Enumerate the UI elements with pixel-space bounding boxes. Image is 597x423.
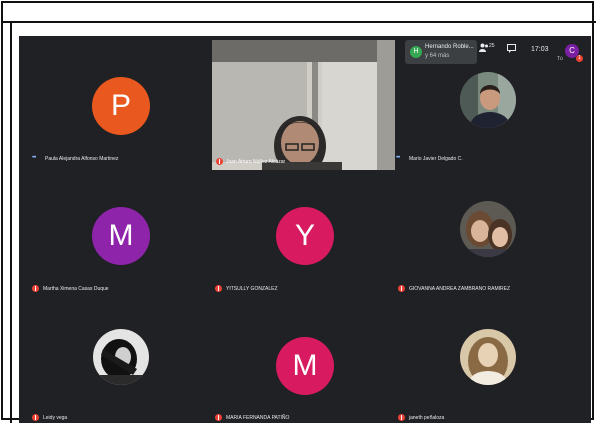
mic-off-icon [215,414,222,421]
participant-video: Juan Arturo Núñez Alcázar [212,40,395,170]
chat-icon[interactable] [507,44,516,55]
notification-avatar: H [410,46,422,58]
frame-divider [1,21,596,23]
participant-photo [460,329,516,385]
notification-more: y 64 más [425,53,450,59]
mic-off-icon [215,285,222,292]
speaking-indicator: ••• [396,155,400,161]
speaking-indicator: ••• [32,155,36,161]
participant-avatar: M [92,207,150,265]
join-notification[interactable]: H Hernando Roble... y 64 más [405,40,477,64]
participant-name: Juan Arturo Núñez Alcázar [226,159,286,165]
participant-name: Leidy vega [43,415,68,421]
participant-name: Mario Javier Delgado C. [409,156,463,162]
participant-avatar: Y [276,207,334,265]
you-label: Tú [557,56,563,62]
participant-name: MARIA FERNANDA PATIÑO [226,415,290,421]
side-divider [10,21,12,423]
participant-avatar: P [92,77,150,135]
participant-photo [460,201,516,257]
notification-badge: 1 [576,55,583,62]
people-icon[interactable] [479,43,489,54]
participant-avatar: M [276,337,334,395]
mic-off-icon [398,285,405,292]
participant-name: Paula Alejandra Alfonso Martinez [45,156,119,162]
participant-name: GIOVANNA ANDREA ZAMBRANO RAMIREZ [409,286,511,292]
people-count: 25 [489,43,495,49]
mic-off-icon [32,414,39,421]
clock: 17:03 [531,46,549,53]
mic-off-icon [216,158,223,165]
participant-photo [460,72,516,128]
participant-name: janeth peñaloza [409,415,445,421]
participant-name: Martha Ximena Casas Duque [43,286,109,292]
mic-off-icon [32,285,39,292]
notification-name: Hernando Roble... [425,44,474,50]
participant-photo [93,329,149,385]
meet-window: H Hernando Roble... y 64 más 25 17:03 C … [19,36,591,423]
participant-name: YITSULLY GONZALEZ [226,286,278,292]
mic-off-icon [398,414,405,421]
